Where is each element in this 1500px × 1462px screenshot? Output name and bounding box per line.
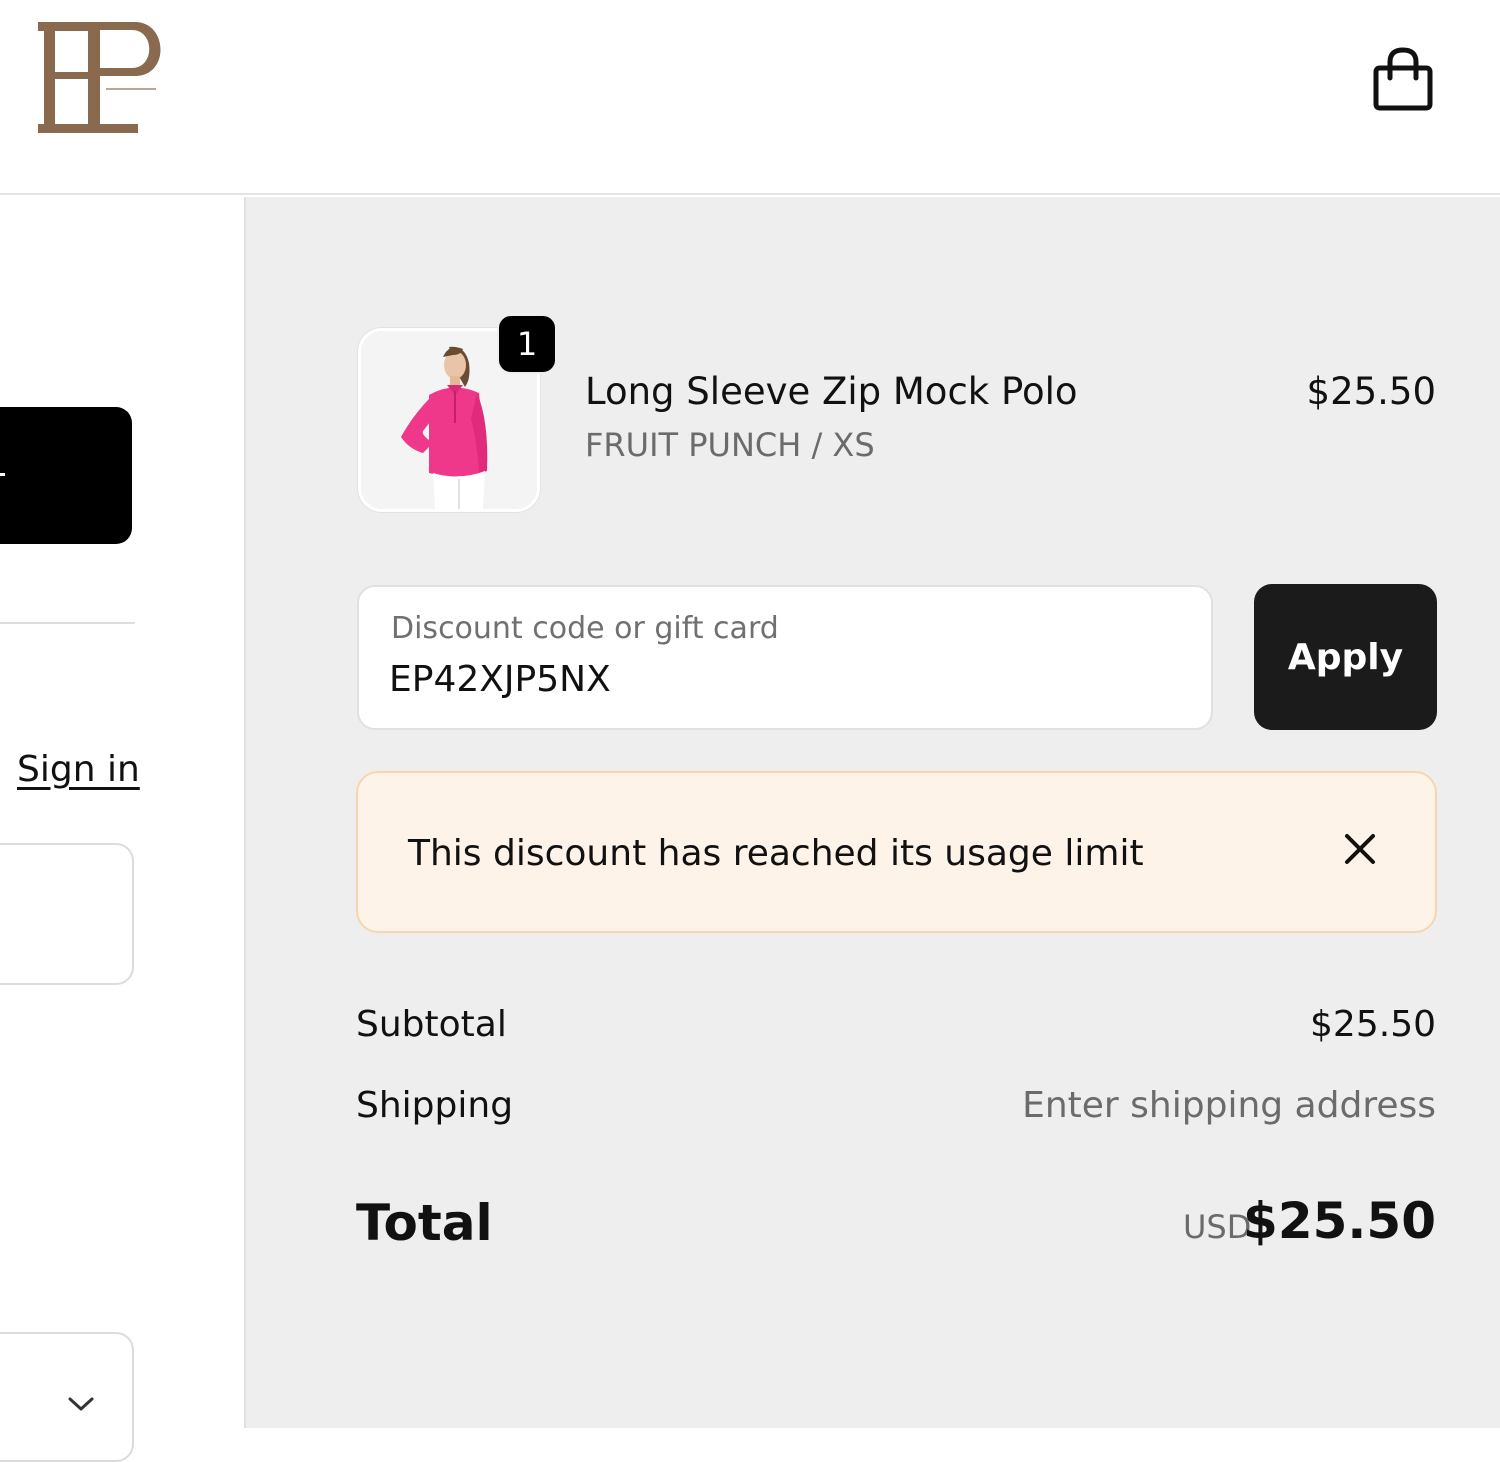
country-select[interactable] [0, 1332, 134, 1462]
product-variant: FRUIT PUNCH / XS [585, 426, 875, 464]
product-name: Long Sleeve Zip Mock Polo [585, 370, 1078, 413]
discount-error-banner: This discount has reached its usage limi… [356, 771, 1437, 933]
chevron-down-icon [68, 1397, 94, 1411]
contact-input[interactable] [0, 843, 134, 985]
sign-in-link[interactable]: Sign in [17, 749, 140, 790]
site-header [0, 0, 1500, 195]
discount-error-message: This discount has reached its usage limi… [408, 833, 1144, 874]
subtotal-value: $25.50 [1310, 1004, 1436, 1045]
subtotal-label: Subtotal [356, 1004, 507, 1045]
total-label: Total [356, 1194, 493, 1252]
button-glyph [0, 473, 5, 476]
shipping-value: Enter shipping address [1022, 1085, 1436, 1126]
discount-code-input[interactable] [389, 659, 1169, 700]
total-value: $25.50 [1243, 1192, 1436, 1250]
divider [0, 622, 135, 624]
checkout-form-column: Sign in [0, 197, 244, 1462]
total-currency: USD [1183, 1208, 1252, 1246]
discount-code-field[interactable]: Discount code or gift card [357, 585, 1213, 730]
quantity-badge: 1 [497, 314, 557, 374]
shipping-label: Shipping [356, 1085, 514, 1126]
discount-field-label: Discount code or gift card [391, 611, 779, 646]
brand-logo[interactable] [30, 14, 175, 139]
express-checkout-button[interactable] [0, 407, 132, 544]
apply-discount-button[interactable]: Apply [1254, 584, 1437, 730]
shopping-bag-icon[interactable] [1370, 44, 1436, 112]
product-price: $25.50 [1306, 370, 1436, 413]
close-icon[interactable] [1342, 831, 1378, 867]
